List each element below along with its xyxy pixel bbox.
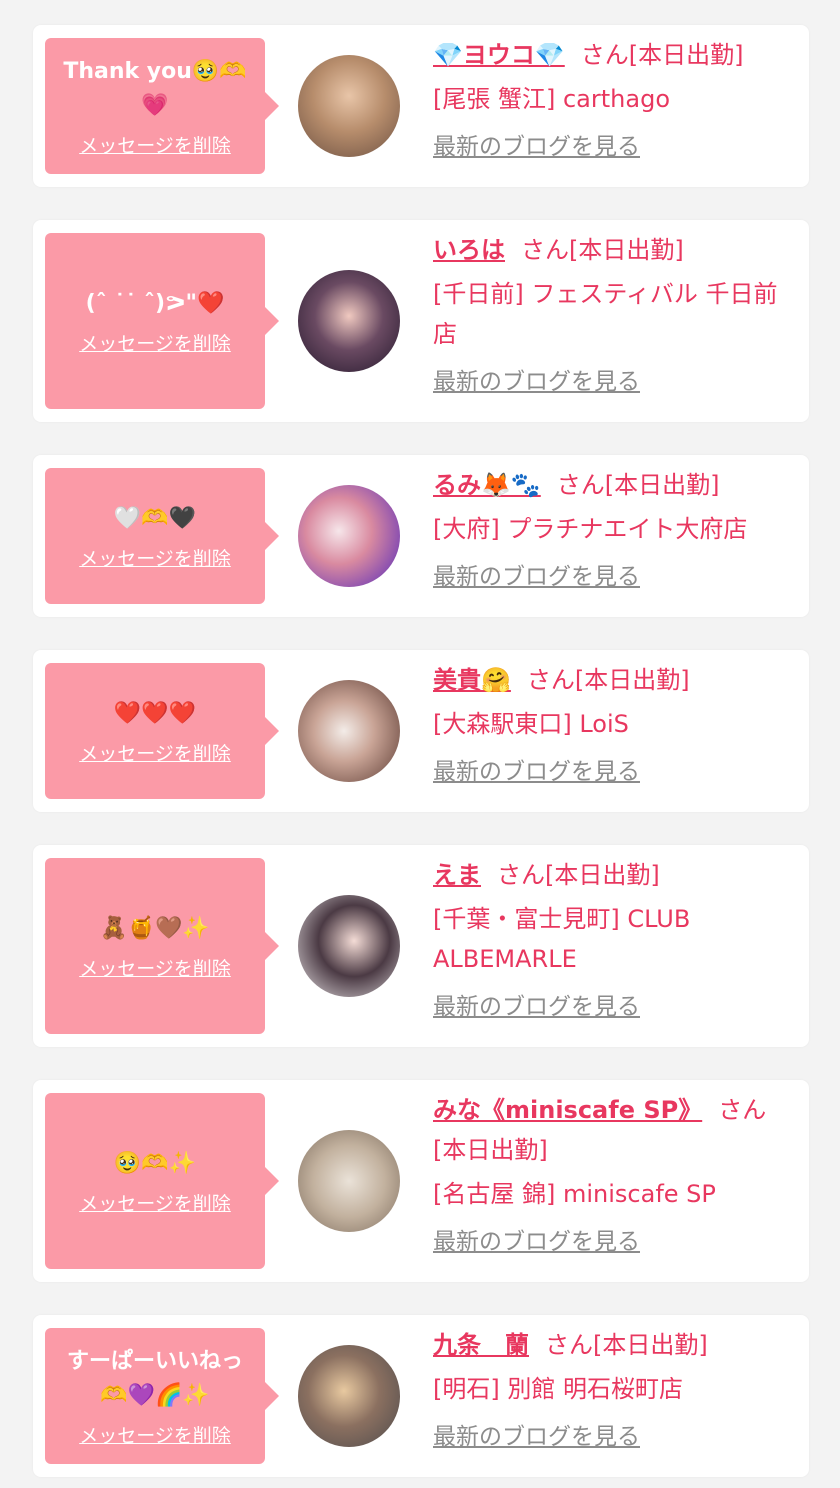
message-text: (ˆ ˙˙ ˆ)ᕗ"❤️ bbox=[85, 290, 225, 316]
avatar[interactable] bbox=[298, 270, 400, 372]
message-bubble: 🥹🫶✨ メッセージを削除 bbox=[45, 1093, 279, 1269]
message-bubble: 🤍🫶🖤 メッセージを削除 bbox=[45, 468, 279, 604]
shop-name: [大府] プラチナエイト大府店 bbox=[433, 515, 748, 543]
latest-blog-link[interactable]: 最新のブログを見る bbox=[433, 1417, 783, 1457]
profile-info: えま さん[本日出勤] [千葉・富士見町] CLUB ALBEMARLE 最新のブ… bbox=[433, 855, 783, 1027]
delete-message-link[interactable]: メッセージを削除 bbox=[79, 1421, 231, 1448]
list-item: 🧸🍯🤎✨ メッセージを削除 えま さん[本日出勤] [千葉・富士見町] CLUB … bbox=[33, 845, 809, 1047]
delete-message-link[interactable]: メッセージを削除 bbox=[79, 329, 231, 356]
shop-name: [名古屋 錦] miniscafe SP bbox=[433, 1180, 716, 1208]
shop-name: [明石] 別館 明石桜町店 bbox=[433, 1375, 683, 1403]
profile-name-link[interactable]: えま bbox=[433, 861, 481, 889]
message-bubble: (ˆ ˙˙ ˆ)ᕗ"❤️ メッセージを削除 bbox=[45, 233, 279, 409]
profile-info: 九条 蘭さん[本日出勤] [明石] 別館 明石桜町店 最新のブログを見る bbox=[433, 1325, 783, 1457]
latest-blog-link[interactable]: 最新のブログを見る bbox=[433, 987, 783, 1027]
avatar[interactable] bbox=[298, 680, 400, 782]
profile-info: るみ🦊🐾 さん[本日出勤] [大府] プラチナエイト大府店 最新のブログを見る bbox=[433, 465, 783, 597]
profile-name-link[interactable]: 美貴🤗 bbox=[433, 666, 511, 694]
latest-blog-link[interactable]: 最新のブログを見る bbox=[433, 1222, 783, 1262]
status-text: さん[本日出勤] bbox=[545, 1331, 708, 1359]
latest-blog-link[interactable]: 最新のブログを見る bbox=[433, 362, 783, 402]
avatar[interactable] bbox=[298, 895, 400, 997]
delete-message-link[interactable]: メッセージを削除 bbox=[79, 739, 231, 766]
list-item: 🤍🫶🖤 メッセージを削除 るみ🦊🐾 さん[本日出勤] [大府] プラチナエイト大府… bbox=[33, 455, 809, 617]
status-text: さん[本日出勤] bbox=[526, 666, 690, 694]
list-item: Thank you🥹🫶💗 メッセージを削除 💎ヨウコ💎 さん[本日出勤] [尾張 … bbox=[33, 25, 809, 187]
profile-name-link[interactable]: みな《miniscafe SP》 bbox=[433, 1096, 702, 1124]
message-bubble: 🧸🍯🤎✨ メッセージを削除 bbox=[45, 858, 279, 1034]
profile-info: 💎ヨウコ💎 さん[本日出勤] [尾張 蟹江] carthago 最新のブログを見る bbox=[433, 35, 783, 167]
list-item: すーぱーいいねっ🫶💜🌈✨ メッセージを削除 九条 蘭さん[本日出勤] [明石] … bbox=[33, 1315, 809, 1477]
delete-message-link[interactable]: メッセージを削除 bbox=[79, 131, 231, 158]
avatar[interactable] bbox=[298, 485, 400, 587]
list-item: 🥹🫶✨ メッセージを削除 みな《miniscafe SP》 さん[本日出勤] [名… bbox=[33, 1080, 809, 1282]
profile-info: いろは さん[本日出勤] [千日前] フェスティバル 千日前店 最新のブログを見る bbox=[433, 230, 783, 402]
status-text: さん[本日出勤] bbox=[521, 236, 684, 264]
message-text: ❤️❤️❤️ bbox=[113, 700, 197, 726]
message-text: すーぱーいいねっ🫶💜🌈✨ bbox=[66, 1348, 243, 1408]
profile-info: 美貴🤗 さん[本日出勤] [大森駅東口] LoiS 最新のブログを見る bbox=[433, 660, 783, 792]
message-text: 🥹🫶✨ bbox=[113, 1150, 197, 1176]
avatar[interactable] bbox=[298, 55, 400, 157]
shop-name: [千葉・富士見町] CLUB ALBEMARLE bbox=[433, 905, 691, 973]
list-item: ❤️❤️❤️ メッセージを削除 美貴🤗 さん[本日出勤] [大森駅東口] LoiS… bbox=[33, 650, 809, 812]
profile-name-link[interactable]: いろは bbox=[433, 236, 505, 264]
status-text: さん[本日出勤] bbox=[556, 471, 720, 499]
status-text: さん[本日出勤] bbox=[497, 861, 660, 889]
latest-blog-link[interactable]: 最新のブログを見る bbox=[433, 127, 783, 167]
shop-name: [大森駅東口] LoiS bbox=[433, 710, 629, 738]
message-text: 🤍🫶🖤 bbox=[113, 505, 197, 531]
status-text: さん[本日出勤] bbox=[580, 41, 744, 69]
message-bubble: Thank you🥹🫶💗 メッセージを削除 bbox=[45, 38, 279, 174]
delete-message-link[interactable]: メッセージを削除 bbox=[79, 544, 231, 571]
avatar[interactable] bbox=[298, 1130, 400, 1232]
message-bubble: ❤️❤️❤️ メッセージを削除 bbox=[45, 663, 279, 799]
shop-name: [千日前] フェスティバル 千日前店 bbox=[433, 280, 778, 348]
message-text: Thank you🥹🫶💗 bbox=[63, 58, 247, 118]
latest-blog-link[interactable]: 最新のブログを見る bbox=[433, 557, 783, 597]
shop-name: [尾張 蟹江] carthago bbox=[433, 85, 670, 113]
avatar[interactable] bbox=[298, 1345, 400, 1447]
message-bubble: すーぱーいいねっ🫶💜🌈✨ メッセージを削除 bbox=[45, 1328, 279, 1464]
latest-blog-link[interactable]: 最新のブログを見る bbox=[433, 752, 783, 792]
profile-info: みな《miniscafe SP》 さん[本日出勤] [名古屋 錦] minisca… bbox=[433, 1090, 783, 1262]
delete-message-link[interactable]: メッセージを削除 bbox=[79, 1189, 231, 1216]
list-item: (ˆ ˙˙ ˆ)ᕗ"❤️ メッセージを削除 いろは さん[本日出勤] [千日前] … bbox=[33, 220, 809, 422]
profile-name-link[interactable]: るみ🦊🐾 bbox=[433, 471, 541, 499]
message-text: 🧸🍯🤎✨ bbox=[100, 915, 210, 941]
profile-name-link[interactable]: 💎ヨウコ💎 bbox=[433, 41, 565, 69]
delete-message-link[interactable]: メッセージを削除 bbox=[79, 954, 231, 981]
profile-name-link[interactable]: 九条 蘭 bbox=[433, 1331, 529, 1359]
